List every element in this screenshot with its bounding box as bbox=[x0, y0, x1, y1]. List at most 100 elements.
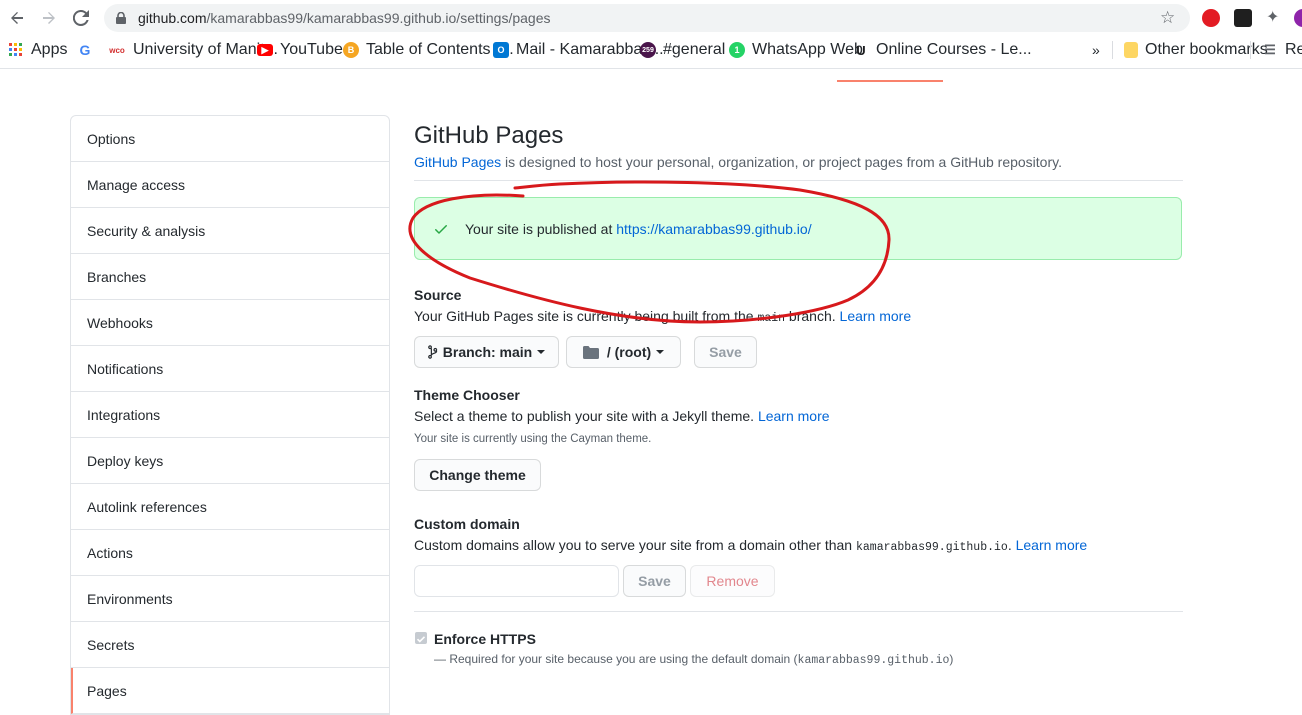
theme-note-text: theme. bbox=[613, 433, 652, 445]
enforce-https-note: — Required for your site because you are… bbox=[434, 652, 953, 667]
lock-icon bbox=[116, 12, 126, 24]
flash-text: Your site is published at bbox=[465, 220, 613, 237]
https-note-text: — Required for your site because you are… bbox=[434, 652, 798, 666]
custom-domain-save-button[interactable]: Save bbox=[623, 565, 686, 597]
sidebar-item-security-analysis[interactable]: Security & analysis bbox=[71, 208, 389, 254]
folder-select-button[interactable]: / (root) bbox=[566, 336, 681, 368]
bookmark-mail[interactable]: O Mail - Kamarabbas... bbox=[493, 41, 664, 59]
page-title: GitHub Pages bbox=[414, 122, 564, 149]
slack-icon: 259 bbox=[640, 42, 656, 58]
theme-note: Your site is currently using the Cayman … bbox=[414, 433, 651, 445]
bookmark-label: Table of Contents -... bbox=[366, 41, 514, 58]
divider bbox=[414, 180, 1183, 181]
forward-arrow-icon[interactable] bbox=[37, 6, 61, 30]
sidebar-item-label: Manage access bbox=[87, 176, 186, 193]
divider bbox=[414, 611, 1183, 612]
reading-list-label: Rea bbox=[1285, 41, 1302, 58]
published-flash: Your site is published at https://kamara… bbox=[414, 197, 1182, 260]
honey-extension-icon[interactable] bbox=[1234, 9, 1252, 27]
sidebar-item-webhooks[interactable]: Webhooks bbox=[71, 300, 389, 346]
sidebar-item-label: Security & analysis bbox=[87, 222, 206, 239]
sidebar-item-label: Pages bbox=[87, 682, 127, 699]
sidebar-item-secrets[interactable]: Secrets bbox=[71, 622, 389, 668]
sidebar-item-actions[interactable]: Actions bbox=[71, 530, 389, 576]
page-description: GitHub Pages is designed to host your pe… bbox=[414, 154, 1062, 170]
bookmark-whatsapp[interactable]: 1 WhatsApp Web bbox=[729, 41, 863, 59]
branch-code: main bbox=[757, 312, 786, 325]
bookmarks-divider bbox=[1250, 41, 1251, 59]
sidebar-item-manage-access[interactable]: Manage access bbox=[71, 162, 389, 208]
bookmark-slack-general[interactable]: 259 #general bbox=[640, 41, 725, 59]
bookmark-table-of-contents[interactable]: B Table of Contents -... bbox=[343, 41, 514, 59]
sidebar-item-label: Autolink references bbox=[87, 498, 207, 515]
enforce-https-label: Enforce HTTPS bbox=[434, 631, 536, 647]
bookmark-other[interactable]: Other bookmarks bbox=[1124, 41, 1268, 59]
sidebar-item-environments[interactable]: Environments bbox=[71, 576, 389, 622]
folder-icon bbox=[1124, 42, 1138, 58]
bookmark-youtube[interactable]: ▶ YouTube bbox=[257, 41, 343, 59]
theme-name: Cayman bbox=[570, 433, 614, 445]
theme-learn-more-link[interactable]: Learn more bbox=[758, 408, 830, 424]
browser-chrome: github.com/kamarabbas99/kamarabbas99.git… bbox=[0, 0, 1302, 82]
sidebar-item-label: Notifications bbox=[87, 360, 164, 377]
bookmarks-overflow-chevron-icon[interactable]: » bbox=[1092, 41, 1100, 59]
custom-domain-learn-more-link[interactable]: Learn more bbox=[1016, 537, 1088, 553]
branch-select-label: Branch: main bbox=[442, 344, 533, 360]
sidebar-item-label: Webhooks bbox=[87, 314, 153, 331]
theme-chooser-title: Theme Chooser bbox=[414, 387, 520, 403]
sidebar-item-pages[interactable]: Pages bbox=[71, 668, 389, 714]
youtube-icon: ▶ bbox=[257, 44, 273, 56]
back-arrow-icon[interactable] bbox=[5, 6, 29, 30]
custom-domain-description: Custom domains allow you to serve your s… bbox=[414, 537, 1087, 554]
bookmark-apps[interactable]: Apps bbox=[8, 41, 67, 59]
custom-domain-remove-button[interactable]: Remove bbox=[690, 565, 775, 597]
puzzle-extensions-icon[interactable]: ✦ bbox=[1266, 7, 1284, 26]
git-branch-icon bbox=[427, 345, 438, 359]
bookmark-online-courses[interactable]: U Online Courses - Le... bbox=[853, 41, 1032, 59]
github-pages-link[interactable]: GitHub Pages bbox=[414, 154, 501, 170]
profile-avatar[interactable] bbox=[1294, 9, 1302, 27]
source-learn-more-link[interactable]: Learn more bbox=[840, 308, 912, 324]
sidebar-item-label: Branches bbox=[87, 268, 147, 285]
address-bar[interactable]: github.com/kamarabbas99/kamarabbas99.git… bbox=[104, 4, 1190, 32]
sidebar-item-options[interactable]: Options bbox=[71, 116, 389, 162]
sidebar-item-branches[interactable]: Branches bbox=[71, 254, 389, 300]
udemy-icon: U bbox=[856, 42, 866, 58]
caret-down-icon bbox=[537, 350, 546, 354]
https-domain-code: kamarabbas99.github.io bbox=[797, 654, 950, 667]
published-site-link[interactable]: https://kamarabbas99.github.io/ bbox=[616, 221, 811, 237]
bookmark-university[interactable]: wco University of Manit... bbox=[108, 41, 278, 59]
domain-code: kamarabbas99.github.io bbox=[855, 541, 1008, 554]
source-save-button[interactable]: Save bbox=[694, 336, 757, 368]
sidebar-item-deploy-keys[interactable]: Deploy keys bbox=[71, 438, 389, 484]
google-icon: G bbox=[79, 42, 91, 58]
enforce-https-checkbox[interactable] bbox=[415, 632, 427, 644]
opera-extension-icon[interactable] bbox=[1202, 9, 1220, 27]
branch-select-button[interactable]: Branch: main bbox=[414, 336, 559, 368]
sidebar-item-label: Options bbox=[87, 130, 136, 147]
custom-domain-text: . bbox=[1007, 537, 1016, 553]
reading-list[interactable]: ☰ Rea bbox=[1262, 41, 1302, 59]
sidebar-item-autolink-references[interactable]: Autolink references bbox=[71, 484, 389, 530]
reading-list-icon: ☰ bbox=[1264, 42, 1276, 57]
source-description: Your GitHub Pages site is currently bein… bbox=[414, 308, 911, 325]
custom-domain-input[interactable] bbox=[414, 565, 619, 597]
sidebar-item-notifications[interactable]: Notifications bbox=[71, 346, 389, 392]
sidebar-item-label: Environments bbox=[87, 590, 173, 607]
bookmark-star-icon[interactable]: ☆ bbox=[1160, 8, 1175, 28]
sidebar-item-label: Integrations bbox=[87, 406, 161, 423]
sidebar-item-integrations[interactable]: Integrations bbox=[71, 392, 389, 438]
caret-down-icon bbox=[656, 350, 665, 354]
book-icon: B bbox=[343, 42, 359, 58]
url-host: github.com bbox=[138, 10, 207, 26]
change-theme-button[interactable]: Change theme bbox=[414, 459, 541, 491]
https-note-text: ) bbox=[949, 652, 954, 666]
source-text: Your GitHub Pages site is currently bein… bbox=[414, 308, 758, 324]
bookmark-label: Apps bbox=[31, 41, 68, 58]
bookmark-google[interactable]: G bbox=[77, 41, 100, 59]
bookmark-label: YouTube bbox=[280, 41, 343, 58]
apps-grid-icon bbox=[8, 42, 24, 58]
bookmark-label: Online Courses - Le... bbox=[876, 41, 1032, 58]
theme-note-text: Your site is currently using the bbox=[414, 433, 571, 445]
reload-icon[interactable] bbox=[69, 6, 93, 30]
